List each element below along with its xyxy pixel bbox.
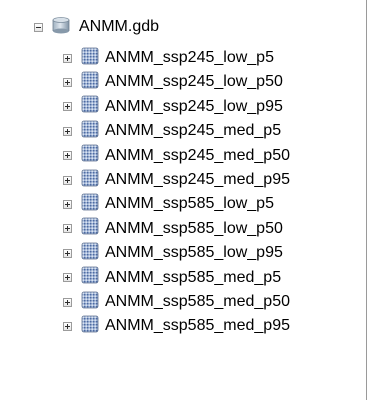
catalog-tree-panel: ANMM.gdb ANMM_ssp245_low_p5 ANMM_ssp245_l… bbox=[0, 0, 367, 400]
tree-item[interactable]: ANMM_ssp585_med_p5 bbox=[63, 266, 281, 290]
tree-item-label: ANMM_ssp245_low_p95 bbox=[105, 97, 283, 115]
tree-root-label: ANMM.gdb bbox=[79, 18, 160, 35]
tree-item-label: ANMM_ssp585_low_p50 bbox=[105, 219, 283, 237]
tree-item-label: ANMM_ssp245_low_p50 bbox=[105, 73, 283, 91]
raster-dataset-icon bbox=[81, 47, 99, 70]
tree-item[interactable]: ANMM_ssp585_low_p5 bbox=[63, 192, 274, 216]
tree-item-label: ANMM_ssp245_med_p50 bbox=[105, 146, 290, 164]
tree-item[interactable]: ANMM_ssp245_med_p5 bbox=[63, 119, 281, 143]
tree-item-label: ANMM_ssp585_low_p95 bbox=[105, 244, 283, 262]
expand-toggle-icon[interactable] bbox=[63, 126, 72, 136]
raster-dataset-icon bbox=[81, 95, 99, 118]
expand-toggle-icon[interactable] bbox=[63, 53, 72, 63]
raster-dataset-icon bbox=[81, 217, 99, 240]
tree-item[interactable]: ANMM_ssp245_low_p95 bbox=[63, 95, 283, 119]
raster-dataset-icon bbox=[81, 315, 99, 338]
raster-dataset-icon bbox=[81, 242, 99, 265]
raster-dataset-icon bbox=[81, 71, 99, 94]
tree-item[interactable]: ANMM_ssp585_med_p50 bbox=[63, 290, 290, 314]
geodatabase-icon bbox=[50, 16, 72, 39]
tree-item-label: ANMM_ssp585_med_p5 bbox=[105, 268, 282, 286]
collapse-toggle-icon[interactable] bbox=[34, 22, 43, 32]
raster-dataset-icon bbox=[81, 291, 99, 314]
expand-toggle-icon[interactable] bbox=[63, 321, 72, 331]
expand-toggle-icon[interactable] bbox=[63, 199, 72, 209]
tree-item[interactable]: ANMM_ssp245_low_p50 bbox=[63, 70, 283, 94]
expand-toggle-icon[interactable] bbox=[63, 77, 72, 87]
tree-item-label: ANMM_ssp245_low_p5 bbox=[105, 49, 274, 66]
tree-item[interactable]: ANMM_ssp245_low_p5 bbox=[63, 46, 274, 70]
tree-item-label: ANMM_ssp245_med_p95 bbox=[105, 171, 290, 188]
tree-item[interactable]: ANMM_ssp585_low_p50 bbox=[63, 217, 283, 241]
expand-toggle-icon[interactable] bbox=[63, 175, 72, 185]
tree-item-label: ANMM_ssp585_med_p50 bbox=[105, 293, 290, 310]
raster-dataset-icon bbox=[81, 120, 99, 143]
tree-item-label: ANMM_ssp245_med_p5 bbox=[105, 122, 282, 140]
expand-toggle-icon[interactable] bbox=[63, 224, 72, 234]
tree-item[interactable]: ANMM_ssp245_med_p50 bbox=[63, 144, 290, 168]
expand-toggle-icon[interactable] bbox=[63, 297, 72, 307]
expand-toggle-icon[interactable] bbox=[63, 102, 72, 112]
expand-toggle-icon[interactable] bbox=[63, 151, 72, 161]
raster-dataset-icon bbox=[81, 144, 99, 167]
expand-toggle-icon[interactable] bbox=[63, 273, 72, 283]
tree-item-label: ANMM_ssp585_low_p5 bbox=[105, 195, 274, 213]
tree-item-label: ANMM_ssp585_med_p95 bbox=[105, 317, 290, 335]
raster-dataset-icon bbox=[81, 169, 99, 192]
raster-dataset-icon bbox=[81, 266, 99, 289]
raster-dataset-icon bbox=[81, 193, 99, 216]
tree-item[interactable]: ANMM_ssp245_med_p95 bbox=[63, 168, 290, 192]
tree-item[interactable]: ANMM_ssp585_med_p95 bbox=[63, 314, 290, 338]
tree-root-node[interactable]: ANMM.gdb bbox=[34, 15, 159, 39]
expand-toggle-icon[interactable] bbox=[63, 248, 72, 258]
tree-item[interactable]: ANMM_ssp585_low_p95 bbox=[63, 241, 283, 265]
